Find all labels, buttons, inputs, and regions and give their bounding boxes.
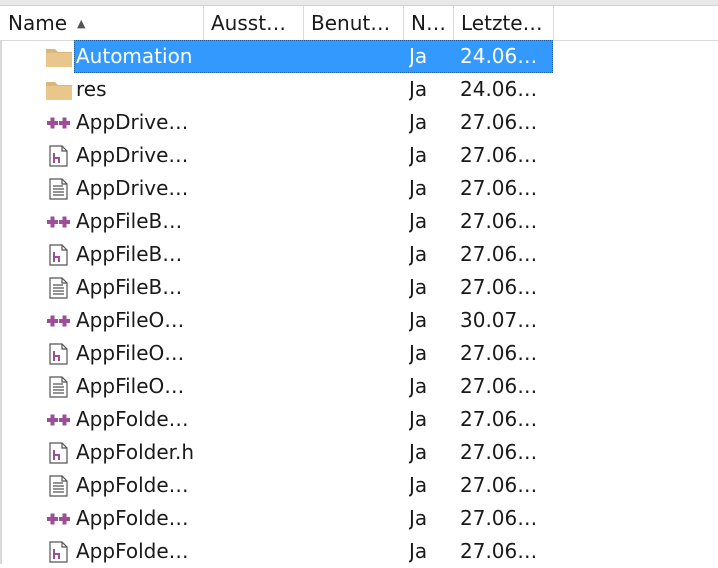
folder-icon [45, 46, 73, 68]
sort-ascending-icon: ▲ [77, 17, 86, 30]
file-name: Automation [76, 44, 193, 68]
text-file-icon [45, 178, 73, 200]
file-name: AppDrive… [76, 176, 189, 200]
file-modified-date: 27.06… [460, 143, 538, 167]
file-name: AppDrive… [76, 143, 189, 167]
cpp-source-icon [45, 409, 73, 431]
file-name: AppFileB… [76, 275, 183, 299]
file-n-value: Ja [409, 374, 428, 398]
cpp-source-icon [45, 112, 73, 134]
file-modified-date: 27.06… [460, 242, 538, 266]
file-n-value: Ja [409, 176, 428, 200]
file-modified-date: 24.06… [460, 77, 538, 101]
file-modified-date: 27.06… [460, 539, 538, 563]
list-item[interactable]: AppFileB… Ja 27.06… [0, 238, 718, 271]
file-modified-date: 27.06… [460, 110, 538, 134]
file-name: AppFileO… [76, 341, 185, 365]
list-item[interactable]: AppFileO… Ja 27.06… [0, 337, 718, 370]
file-n-value: Ja [409, 209, 428, 233]
list-item[interactable]: AppDrive… Ja 27.06… [0, 172, 718, 205]
list-item[interactable]: AppDrive… Ja 27.06… [0, 139, 718, 172]
file-name: AppFolder.h [76, 440, 195, 464]
file-modified-date: 27.06… [460, 275, 538, 299]
column-header-benut-label: Benut… [311, 11, 391, 35]
file-name: AppFolde… [76, 407, 189, 431]
file-n-value: Ja [409, 143, 428, 167]
file-n-value: Ja [409, 242, 428, 266]
list-item[interactable]: AppFileB… Ja 27.06… [0, 271, 718, 304]
file-name: AppFolde… [76, 473, 189, 497]
file-name: AppFileO… [76, 374, 185, 398]
list-item[interactable]: AppFolde… Ja 27.06… [0, 502, 718, 535]
file-modified-date: 27.06… [460, 506, 538, 530]
column-header-ausst-label: Ausst… [211, 11, 287, 35]
column-header-letzte[interactable]: Letzte… [453, 6, 553, 40]
cpp-source-icon [45, 211, 73, 233]
file-name: AppFolde… [76, 539, 189, 563]
file-modified-date: 24.06… [460, 44, 538, 68]
file-modified-date: 27.06… [460, 176, 538, 200]
file-modified-date: 27.06… [460, 209, 538, 233]
file-n-value: Ja [409, 110, 428, 134]
list-item[interactable]: AppFileO… Ja 27.06… [0, 370, 718, 403]
list-item[interactable]: AppFileO… Ja 30.07… [0, 304, 718, 337]
list-item[interactable]: AppFolder.h Ja 27.06… [0, 436, 718, 469]
header-file-icon [45, 442, 73, 464]
header-file-icon [45, 244, 73, 266]
list-item[interactable]: AppFolde… Ja 27.06… [0, 403, 718, 436]
column-divider[interactable] [553, 6, 554, 40]
header-file-icon [45, 343, 73, 365]
column-header-n[interactable]: N… [403, 6, 453, 40]
file-n-value: Ja [409, 473, 428, 497]
file-n-value: Ja [409, 539, 428, 563]
file-modified-date: 27.06… [460, 341, 538, 365]
list-item[interactable]: AppFileB… Ja 27.06… [0, 205, 718, 238]
column-header-benut[interactable]: Benut… [303, 6, 403, 40]
file-modified-date: 27.06… [460, 407, 538, 431]
column-header-n-label: N… [411, 11, 446, 35]
header-file-icon [45, 145, 73, 167]
file-name: AppFileO… [76, 308, 185, 332]
header-file-icon [45, 541, 73, 563]
folder-icon [45, 79, 73, 101]
file-modified-date: 27.06… [460, 374, 538, 398]
file-name: AppFileB… [76, 209, 183, 233]
column-header-letzte-label: Letzte… [461, 11, 543, 35]
file-modified-date: 30.07… [460, 308, 538, 332]
file-name: AppDrive… [76, 110, 189, 134]
column-header-name[interactable]: Name ▲ [0, 6, 203, 40]
file-n-value: Ja [409, 407, 428, 431]
file-name: AppFolde… [76, 506, 189, 530]
list-item[interactable]: res Ja 24.06… [0, 73, 718, 106]
list-item[interactable]: AppFolde… Ja 27.06… [0, 535, 718, 568]
file-name: AppFileB… [76, 242, 183, 266]
cpp-source-icon [45, 310, 73, 332]
file-n-value: Ja [409, 506, 428, 530]
list-item[interactable]: Automation Ja 24.06… [0, 40, 718, 73]
file-n-value: Ja [409, 275, 428, 299]
file-modified-date: 27.06… [460, 440, 538, 464]
file-n-value: Ja [409, 44, 428, 68]
file-modified-date: 27.06… [460, 473, 538, 497]
column-header-name-label: Name [8, 11, 68, 35]
file-name: res [76, 77, 107, 101]
file-n-value: Ja [409, 341, 428, 365]
list-item[interactable]: AppDrive… Ja 27.06… [0, 106, 718, 139]
text-file-icon [45, 376, 73, 398]
column-header-ausst[interactable]: Ausst… [203, 6, 303, 40]
list-item[interactable]: AppFolde… Ja 27.06… [0, 469, 718, 502]
text-file-icon [45, 475, 73, 497]
column-header-bar: Name ▲ Ausst… Benut… N… Letzte… [0, 6, 718, 41]
file-n-value: Ja [409, 308, 428, 332]
file-n-value: Ja [409, 77, 428, 101]
file-n-value: Ja [409, 440, 428, 464]
cpp-source-icon [45, 508, 73, 530]
text-file-icon [45, 277, 73, 299]
